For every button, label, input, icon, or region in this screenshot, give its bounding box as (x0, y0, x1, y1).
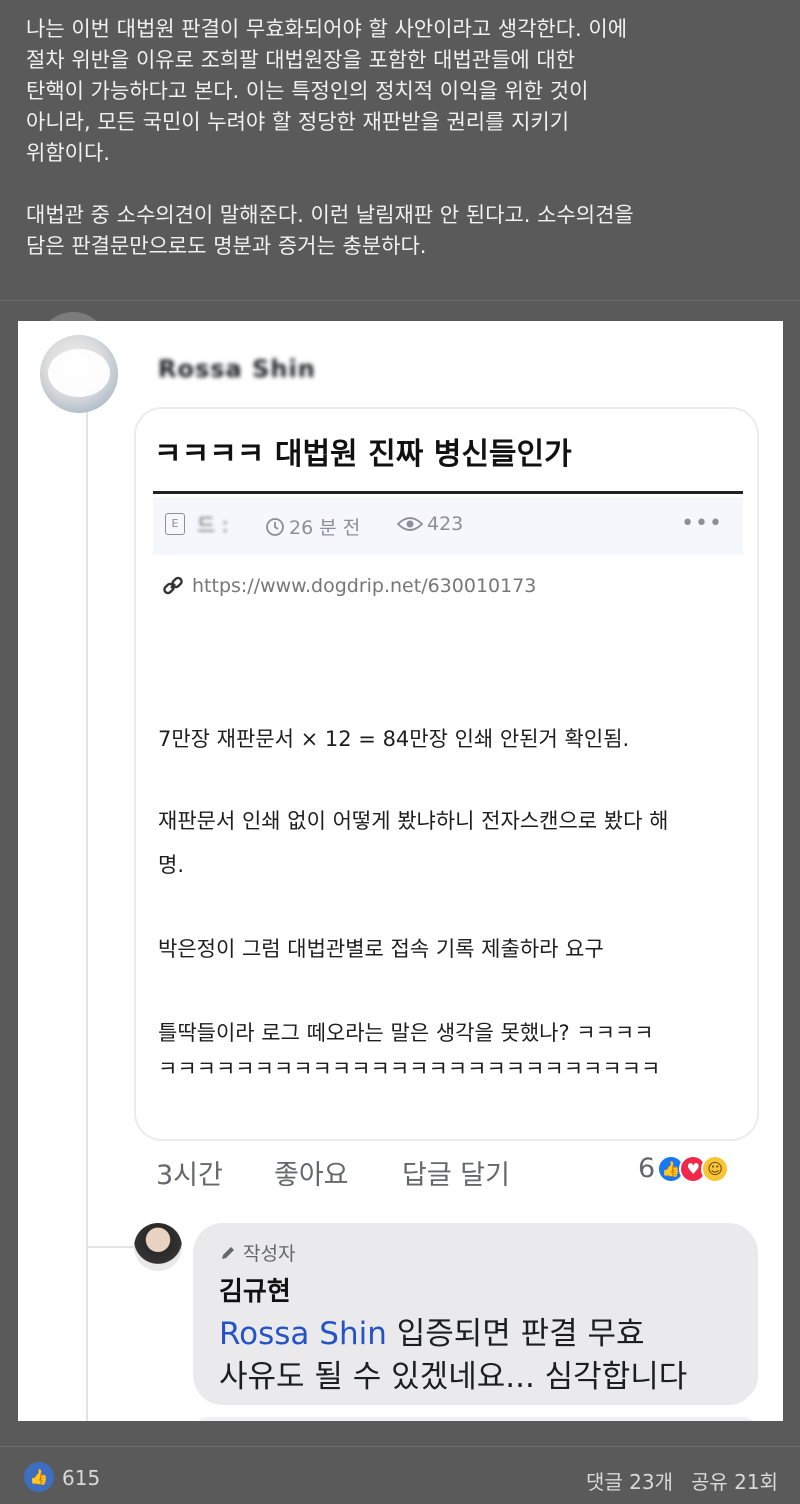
card-body-line: ㅋㅋㅋㅋㅋㅋㅋㅋㅋㅋㅋㅋㅋㅋㅋㅋㅋㅋㅋㅋㅋㅋㅋㅋㅋㅋ (158, 1057, 661, 1081)
embedded-comment-screenshot: Rossa Shin ㅋㅋㅋㅋ 대법원 진짜 병신들인가 E 드 : 26 분 … (18, 321, 783, 1421)
reaction-count: 6 (638, 1153, 656, 1184)
pencil-icon (222, 1246, 234, 1259)
card-body-line: 틀딱들이라 로그 떼오라는 말은 생각을 못했나? ㅋㅋㅋㅋ (158, 1021, 654, 1045)
card-body-line: 재판문서 인쇄 없이 어떻게 봤냐하니 전자스캔으로 봤다 해 (158, 809, 669, 833)
like-button[interactable]: 좋아요 (274, 1153, 349, 1192)
comment-time[interactable]: 3시간 (156, 1153, 223, 1192)
next-reply-peek (193, 1417, 758, 1421)
replier-avatar[interactable] (134, 1223, 182, 1271)
card-body-line: 명. (158, 853, 184, 877)
shares-count[interactable]: 공유 21회 (691, 1466, 778, 1495)
reply-bubble: 작성자 김규현 Rossa Shin 입증되면 판결 무효 사유도 될 수 있겠… (193, 1223, 758, 1405)
eye-icon (397, 517, 423, 531)
commenter-name[interactable]: Rossa Shin (158, 355, 316, 383)
reply-text: Rossa Shin 입증되면 판결 무효 사유도 될 수 있겠네요... 심각… (219, 1313, 739, 1399)
mention-link[interactable]: Rossa Shin (219, 1316, 387, 1352)
shared-post-card: ㅋㅋㅋㅋ 대법원 진짜 병신들인가 E 드 : 26 분 전 423 ••• h… (134, 407, 759, 1141)
commenter-avatar[interactable] (40, 335, 118, 413)
card-meta-bar: E 드 : 26 분 전 423 ••• (153, 497, 743, 555)
engagement-stats: 댓글 23개 공유 21회 (586, 1466, 778, 1495)
replier-name[interactable]: 김규현 (219, 1271, 291, 1308)
blur-mask (48, 349, 110, 397)
card-author: 드 : (197, 513, 229, 537)
divider (0, 300, 800, 301)
link-row[interactable]: https://www.dogdrip.net/630010173 (162, 575, 536, 597)
view-count: 423 (427, 513, 464, 535)
link-icon (163, 576, 183, 595)
post-body: 나는 이번 대법원 판결이 무효화되어야 할 사안이라고 생각한다. 이에 절차… (26, 14, 786, 262)
author-badge-label: 작성자 (243, 1243, 296, 1265)
link-url[interactable]: https://www.dogdrip.net/630010173 (192, 575, 536, 597)
reactions-summary[interactable]: 6 👍 ♥ ☺ (638, 1153, 730, 1184)
card-body-line: 7만장 재판문서 × 12 = 84만장 인쇄 안된거 확인됨. (158, 727, 630, 751)
reply-button[interactable]: 답글 달기 (402, 1153, 510, 1192)
divider (0, 1446, 800, 1447)
like-count[interactable]: 615 (62, 1466, 100, 1490)
post-footer: 👍 615 댓글 23개 공유 21회 (0, 1458, 800, 1498)
haha-reaction-icon: ☺ (701, 1154, 730, 1183)
board-icon: E (165, 513, 185, 535)
time-meta: 26 분 전 (265, 513, 360, 540)
views-meta: 423 (397, 513, 463, 535)
card-rule (153, 491, 743, 494)
post-paragraph-1: 나는 이번 대법원 판결이 무효화되어야 할 사안이라고 생각한다. 이에 절차… (26, 17, 628, 165)
more-options-icon[interactable]: ••• (681, 511, 723, 536)
thread-line (86, 411, 88, 1421)
card-body-line: 박은정이 그럼 대법관별로 접속 기록 제출하라 요구 (158, 937, 604, 961)
comments-count[interactable]: 댓글 23개 (586, 1466, 673, 1495)
author-badge: 작성자 (219, 1239, 295, 1266)
thumbs-up-icon[interactable]: 👍 (24, 1462, 54, 1492)
card-title: ㅋㅋㅋㅋ 대법원 진짜 병신들인가 (154, 437, 572, 472)
post-paragraph-2: 대법관 중 소수의견이 말해준다. 이런 날림재판 안 된다고. 소수의견을 담… (26, 203, 634, 258)
time-ago: 26 분 전 (289, 517, 361, 539)
clock-icon (266, 517, 284, 536)
